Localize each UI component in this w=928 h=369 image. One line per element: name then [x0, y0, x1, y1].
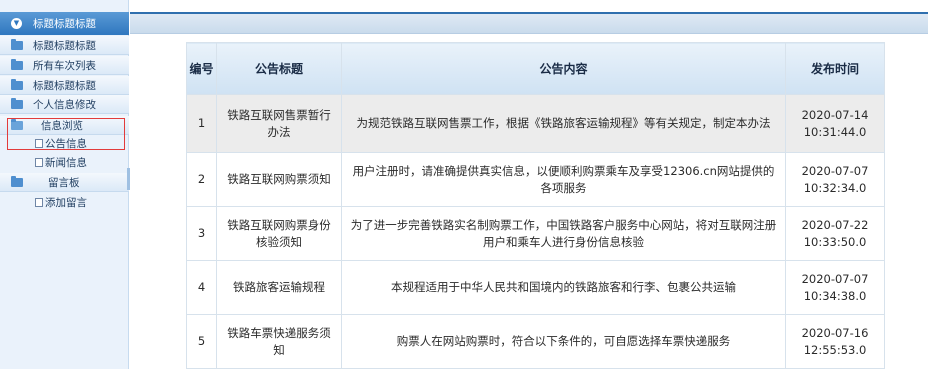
sidebar-sub-label: 添加留言 [45, 197, 87, 209]
col-header-content: 公告内容 [341, 42, 786, 95]
cell-title: 铁路互联网购票须知 [216, 152, 342, 207]
sidebar-item-3[interactable]: 标题标题标题 [0, 76, 129, 95]
table-row[interactable]: 5 铁路车票快递服务须知 购票人在网站购票时，符合以下条件的，可自愿选择车票快递… [186, 314, 885, 369]
table-header-row: 编号 公告标题 公告内容 发布时间 [186, 42, 885, 95]
cell-title: 铁路互联网购票身份核验须知 [216, 206, 342, 261]
cell-content: 为了进一步完善铁路实名制购票工作，中国铁路客户服务中心网站，将对互联网注册用户和… [341, 206, 786, 261]
sidebar-item-profile[interactable]: 个人信息修改 [0, 95, 129, 114]
folder-icon [11, 78, 23, 90]
cell-content: 购票人在网站购票时，符合以下条件的，可自愿选择车票快递服务 [341, 314, 786, 369]
cell-time: 2020-07-07 10:34:38.0 [785, 260, 885, 315]
cell-time: 2020-07-14 10:31:44.0 [785, 94, 885, 153]
sidebar-item-train-list[interactable]: 所有车次列表 [0, 56, 129, 75]
sidebar-sub-add-message[interactable]: 添加留言 [0, 193, 129, 212]
sidebar-header-label: 标题标题标题 [33, 18, 96, 30]
cell-time: 2020-07-07 10:32:34.0 [785, 152, 885, 207]
cell-content: 本规程适用于中华人民共和国境内的铁路旅客和行李、包裹公共运输 [341, 260, 786, 315]
folder-icon [11, 175, 23, 187]
highlight-box [7, 118, 125, 150]
announcement-table: 编号 公告标题 公告内容 发布时间 1 铁路互联网售票暂行办法 为规范铁路互联网… [186, 42, 885, 369]
cell-id: 1 [186, 94, 217, 153]
cell-id: 5 [186, 314, 217, 369]
document-icon [35, 198, 43, 207]
table-row[interactable]: 2 铁路互联网购票须知 用户注册时，请准确提供真实信息，以便顺利购票乘车及享受1… [186, 152, 885, 207]
col-header-id: 编号 [186, 42, 217, 95]
folder-icon [11, 58, 23, 70]
cell-title: 铁路车票快递服务须知 [216, 314, 342, 369]
cell-id: 4 [186, 260, 217, 315]
sidebar-header[interactable]: ▼ 标题标题标题 [0, 12, 129, 35]
table-row[interactable]: 1 铁路互联网售票暂行办法 为规范铁路互联网售票工作，根据《铁路旅客运输规程》等… [186, 94, 885, 153]
cell-time: 2020-07-22 10:33:50.0 [785, 206, 885, 261]
col-header-time: 发布时间 [785, 42, 885, 95]
sidebar-item-label: 所有车次列表 [33, 59, 96, 72]
sidebar-item-message-board[interactable]: 留言板 [0, 173, 129, 192]
cell-content: 为规范铁路互联网售票工作，根据《铁路旅客运输规程》等有关规定，制定本办法 [341, 94, 786, 153]
collapse-icon: ▼ [11, 18, 22, 29]
table-row[interactable]: 3 铁路互联网购票身份核验须知 为了进一步完善铁路实名制购票工作，中国铁路客户服… [186, 206, 885, 261]
cell-title: 铁路互联网售票暂行办法 [216, 94, 342, 153]
cell-id: 2 [186, 152, 217, 207]
sidebar-item-label: 留言板 [48, 176, 80, 189]
content-header-bar [130, 12, 928, 34]
sidebar-resize-handle[interactable] [127, 168, 130, 190]
folder-icon [11, 97, 23, 109]
folder-icon [11, 38, 23, 50]
table-row[interactable]: 4 铁路旅客运输规程 本规程适用于中华人民共和国境内的铁路旅客和行李、包裹公共运… [186, 260, 885, 315]
cell-content: 用户注册时，请准确提供真实信息，以便顺利购票乘车及享受12306.cn网站提供的… [341, 152, 786, 207]
sidebar-sub-news[interactable]: 新闻信息 [0, 153, 129, 172]
cell-id: 3 [186, 206, 217, 261]
document-icon [35, 158, 43, 167]
sidebar: ▼ 标题标题标题 标题标题标题 所有车次列表 标题标题标题 个人信息修改 信息浏… [0, 0, 130, 369]
col-header-title: 公告标题 [216, 42, 342, 95]
sidebar-item-label: 标题标题标题 [33, 79, 96, 92]
sidebar-item-1[interactable]: 标题标题标题 [0, 36, 129, 55]
cell-time: 2020-07-16 12:55:53.0 [785, 314, 885, 369]
sidebar-item-label: 标题标题标题 [33, 39, 96, 52]
sidebar-item-label: 个人信息修改 [33, 98, 96, 111]
cell-title: 铁路旅客运输规程 [216, 260, 342, 315]
sidebar-sub-label: 新闻信息 [45, 157, 87, 169]
